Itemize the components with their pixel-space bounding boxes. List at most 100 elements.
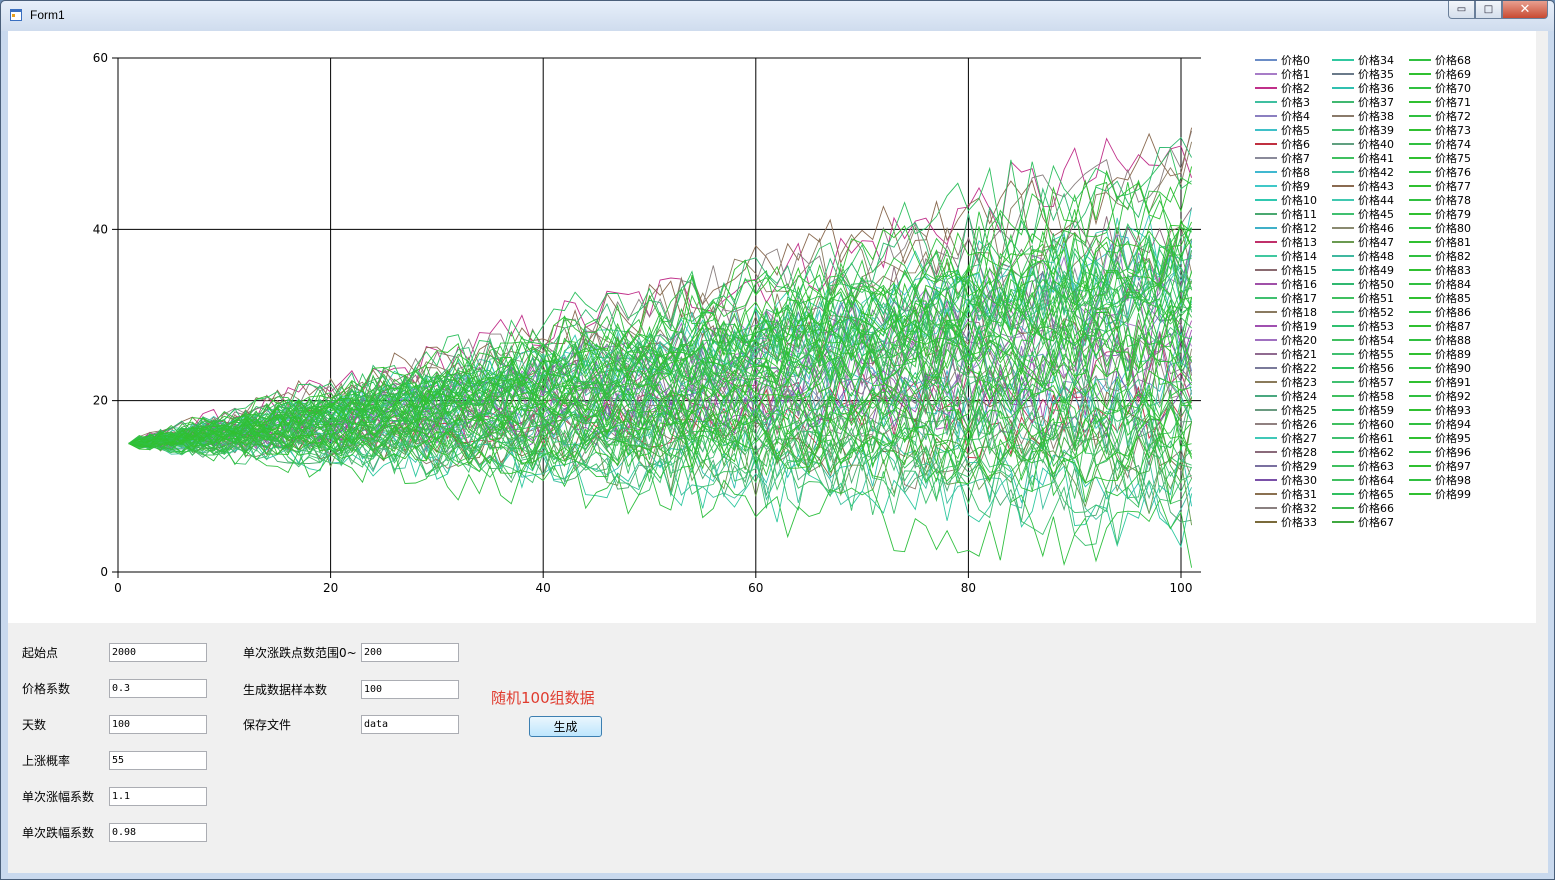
legend-label-25: 价格25 xyxy=(1281,403,1317,417)
legend-label-80: 价格80 xyxy=(1435,221,1471,235)
legend-label-6: 价格6 xyxy=(1281,137,1310,151)
legend-label-23: 价格23 xyxy=(1281,375,1317,389)
price-coef-label: 价格系数 xyxy=(22,682,71,696)
days-label: 天数 xyxy=(22,718,47,732)
up-probability-input[interactable]: 55 xyxy=(109,751,207,770)
legend-label-19: 价格19 xyxy=(1281,319,1317,333)
legend-label-12: 价格12 xyxy=(1281,221,1317,235)
legend-label-21: 价格21 xyxy=(1281,347,1317,361)
legend-label-99: 价格99 xyxy=(1435,487,1471,501)
legend-label-9: 价格9 xyxy=(1281,179,1310,193)
up-probability-label: 上涨概率 xyxy=(22,754,71,768)
legend-label-35: 价格35 xyxy=(1358,67,1394,81)
legend-label-18: 价格18 xyxy=(1281,305,1317,319)
legend-label-54: 价格54 xyxy=(1358,333,1394,347)
legend-label-46: 价格46 xyxy=(1358,221,1394,235)
legend-label-71: 价格71 xyxy=(1435,95,1471,109)
legend-label-40: 价格40 xyxy=(1358,137,1394,151)
samples-input[interactable]: 100 xyxy=(361,680,459,699)
legend-label-79: 价格79 xyxy=(1435,207,1471,221)
generate-button[interactable]: 生成 xyxy=(529,716,602,737)
y-tick-label: 0 xyxy=(100,565,108,579)
legend-label-65: 价格65 xyxy=(1358,487,1394,501)
legend-label-60: 价格60 xyxy=(1358,417,1394,431)
legend-label-95: 价格95 xyxy=(1435,431,1471,445)
form-client-area: 0 20 40 60 0 20 40 60 80 100 价格0 价格1 价格2 价格3 价格4 价格5 价格6… xyxy=(8,31,1548,873)
app-icon xyxy=(10,9,22,21)
legend-label-75: 价格75 xyxy=(1435,151,1471,165)
legend-label-2: 价格2 xyxy=(1281,81,1310,95)
legend-label-4: 价格4 xyxy=(1281,109,1310,123)
window-title: Form1 xyxy=(30,8,65,22)
legend-label-72: 价格72 xyxy=(1435,109,1471,123)
maximize-button[interactable]: □ xyxy=(1475,1,1502,19)
legend-label-76: 价格76 xyxy=(1435,165,1471,179)
legend-label-88: 价格88 xyxy=(1435,333,1471,347)
legend-label-70: 价格70 xyxy=(1435,81,1471,95)
legend-label-7: 价格7 xyxy=(1281,151,1310,165)
save-file-input[interactable]: data xyxy=(361,715,459,734)
start-point-label: 起始点 xyxy=(22,646,59,660)
x-tick-label: 60 xyxy=(748,581,763,595)
minimize-button[interactable]: ▭ xyxy=(1448,1,1475,19)
legend-label-13: 价格13 xyxy=(1281,235,1317,249)
maximize-icon: □ xyxy=(1483,4,1494,15)
x-tick-label: 40 xyxy=(536,581,551,595)
legend-label-74: 价格74 xyxy=(1435,137,1471,151)
legend-label-94: 价格94 xyxy=(1435,417,1471,431)
start-point-input[interactable]: 2000 xyxy=(109,643,207,662)
title-bar[interactable]: Form1 ▭ □ ✕ xyxy=(1,1,1554,31)
legend-label-20: 价格20 xyxy=(1281,333,1317,347)
legend-label-58: 价格58 xyxy=(1358,389,1394,403)
legend-label-84: 价格84 xyxy=(1435,277,1471,291)
chart-panel: 0 20 40 60 0 20 40 60 80 100 价格0 价格1 价格2 价格3 价格4 价格5 价格6… xyxy=(8,31,1536,623)
legend-label-63: 价格63 xyxy=(1358,459,1394,473)
series-line-61 xyxy=(128,438,1192,546)
legend-label-83: 价格83 xyxy=(1435,263,1471,277)
close-button[interactable]: ✕ xyxy=(1502,1,1548,19)
legend-label-66: 价格66 xyxy=(1358,501,1394,515)
range-label: 单次涨跌点数范围0~ xyxy=(243,646,357,660)
legend-label-92: 价格92 xyxy=(1435,389,1471,403)
legend-label-55: 价格55 xyxy=(1358,347,1394,361)
x-tick-label: 100 xyxy=(1170,581,1193,595)
legend-label-16: 价格16 xyxy=(1281,277,1317,291)
legend-label-3: 价格3 xyxy=(1281,95,1310,109)
legend-label-17: 价格17 xyxy=(1281,291,1317,305)
legend-label-24: 价格24 xyxy=(1281,389,1317,403)
legend-label-52: 价格52 xyxy=(1358,305,1394,319)
legend-label-36: 价格36 xyxy=(1358,81,1394,95)
legend-label-30: 价格30 xyxy=(1281,473,1317,487)
legend-label-1: 价格1 xyxy=(1281,67,1310,81)
down-coef-input[interactable]: 0.98 xyxy=(109,823,207,842)
legend-label-11: 价格11 xyxy=(1281,207,1317,221)
legend-label-14: 价格14 xyxy=(1281,249,1317,263)
legend-label-61: 价格61 xyxy=(1358,431,1394,445)
close-icon: ✕ xyxy=(1519,2,1531,17)
legend-label-38: 价格38 xyxy=(1358,109,1394,123)
up-coef-input[interactable]: 1.1 xyxy=(109,787,207,806)
legend-label-53: 价格53 xyxy=(1358,319,1394,333)
price-coef-input[interactable]: 0.3 xyxy=(109,679,207,698)
range-input[interactable]: 200 xyxy=(361,643,459,662)
legend-label-69: 价格69 xyxy=(1435,67,1471,81)
app-window: Form1 ▭ □ ✕ 0 20 40 60 0 20 40 60 80 100 价格0 价格1 价格2… xyxy=(0,0,1555,880)
legend-label-97: 价格97 xyxy=(1435,459,1471,473)
legend-label-47: 价格47 xyxy=(1358,235,1394,249)
legend-label-32: 价格32 xyxy=(1281,501,1317,515)
legend-label-59: 价格59 xyxy=(1358,403,1394,417)
legend-label-45: 价格45 xyxy=(1358,207,1394,221)
legend-label-33: 价格33 xyxy=(1281,515,1317,529)
legend-label-91: 价格91 xyxy=(1435,375,1471,389)
legend-label-85: 价格85 xyxy=(1435,291,1471,305)
y-tick-label: 20 xyxy=(93,394,108,408)
minimize-icon: ▭ xyxy=(1456,4,1467,15)
legend-label-49: 价格49 xyxy=(1358,263,1394,277)
legend-label-78: 价格78 xyxy=(1435,193,1471,207)
legend-label-41: 价格41 xyxy=(1358,151,1394,165)
line-chart: 02040600 20 40 60 80 100价格0价格1价格2价格3价格4价格5价格6… xyxy=(93,51,1471,595)
legend-label-15: 价格15 xyxy=(1281,263,1317,277)
x-tick-label: 80 xyxy=(961,581,976,595)
y-tick-label: 60 xyxy=(93,51,108,65)
days-input[interactable]: 100 xyxy=(109,715,207,734)
